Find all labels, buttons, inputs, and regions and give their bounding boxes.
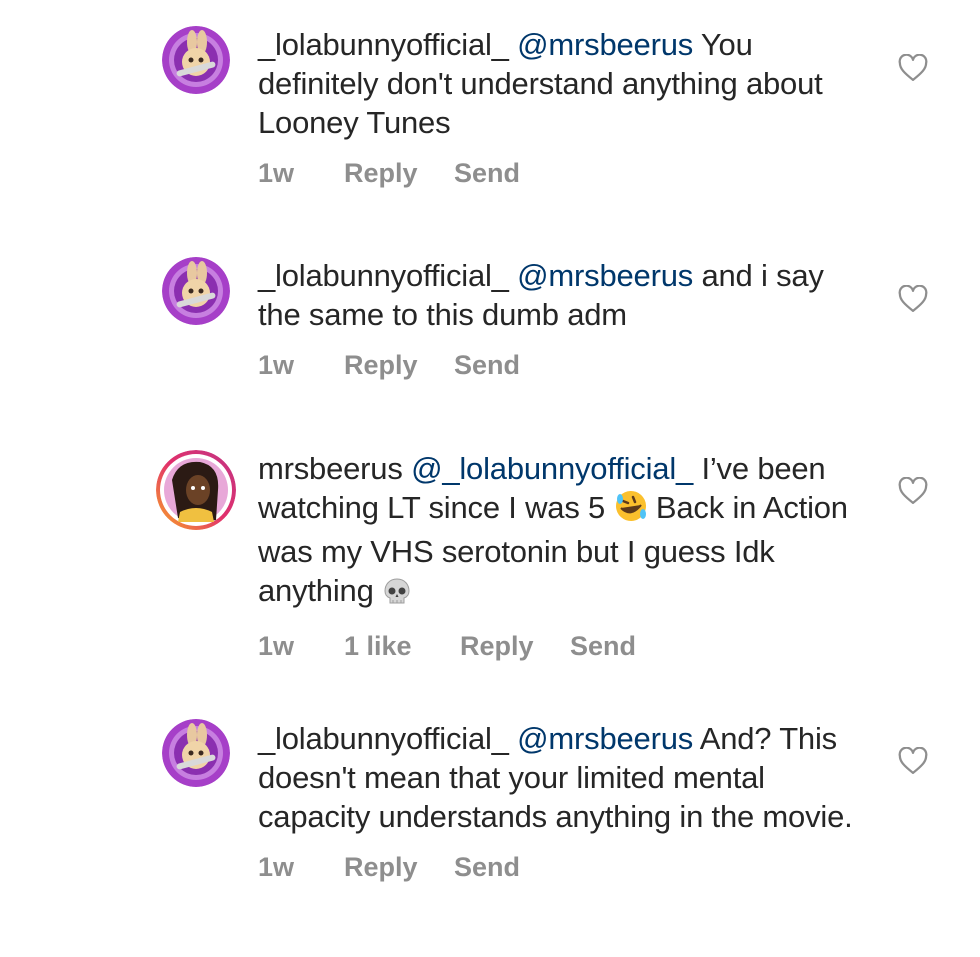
- username[interactable]: _lolabunnyofficial_: [258, 27, 509, 62]
- timestamp: 1w: [258, 350, 295, 380]
- avatar[interactable]: [162, 257, 230, 325]
- reply-button[interactable]: Reply: [344, 350, 454, 381]
- username[interactable]: _lolabunnyofficial_: [258, 721, 509, 756]
- comment-meta: 1w Reply Send: [258, 852, 868, 883]
- comment-text: _lolabunnyofficial_ @mrsbeerus You defin…: [258, 25, 868, 142]
- comment-meta: 1w 1 like Reply Send: [258, 631, 868, 662]
- reply-button[interactable]: Reply: [344, 158, 454, 189]
- mention-link[interactable]: @mrsbeerus: [517, 258, 693, 293]
- heart-outline-icon[interactable]: [898, 476, 928, 505]
- mention-link[interactable]: @mrsbeerus: [517, 721, 693, 756]
- reply-button[interactable]: Reply: [460, 631, 570, 662]
- send-button[interactable]: Send: [454, 350, 520, 381]
- timestamp: 1w: [258, 158, 295, 188]
- comment-text: _lolabunnyofficial_ @mrsbeerus and i say…: [258, 256, 868, 334]
- mention-link[interactable]: @_lolabunnyofficial_: [411, 451, 693, 486]
- heart-outline-icon[interactable]: [898, 284, 928, 313]
- username[interactable]: _lolabunnyofficial_: [258, 258, 509, 293]
- avatar[interactable]: [156, 450, 236, 530]
- skull-emoji: [382, 576, 412, 615]
- timestamp: 1w: [258, 852, 295, 882]
- username[interactable]: mrsbeerus: [258, 451, 403, 486]
- heart-outline-icon[interactable]: [898, 53, 928, 82]
- comment-meta: 1w Reply Send: [258, 350, 868, 381]
- comment-text: _lolabunnyofficial_ @mrsbeerus And? This…: [258, 719, 868, 836]
- rolling-on-floor-laughing-emoji: [614, 489, 648, 532]
- send-button[interactable]: Send: [454, 158, 520, 189]
- reply-button[interactable]: Reply: [344, 852, 454, 883]
- timestamp: 1w: [258, 631, 295, 661]
- send-button[interactable]: Send: [454, 852, 520, 883]
- comment-text: mrsbeerus @_lolabunnyofficial_ I’ve been…: [258, 449, 868, 615]
- avatar[interactable]: [162, 719, 230, 787]
- heart-outline-icon[interactable]: [898, 746, 928, 775]
- avatar[interactable]: [162, 26, 230, 94]
- comment-meta: 1w Reply Send: [258, 158, 868, 189]
- likes-count[interactable]: 1 like: [344, 631, 460, 662]
- mention-link[interactable]: @mrsbeerus: [517, 27, 693, 62]
- send-button[interactable]: Send: [570, 631, 636, 662]
